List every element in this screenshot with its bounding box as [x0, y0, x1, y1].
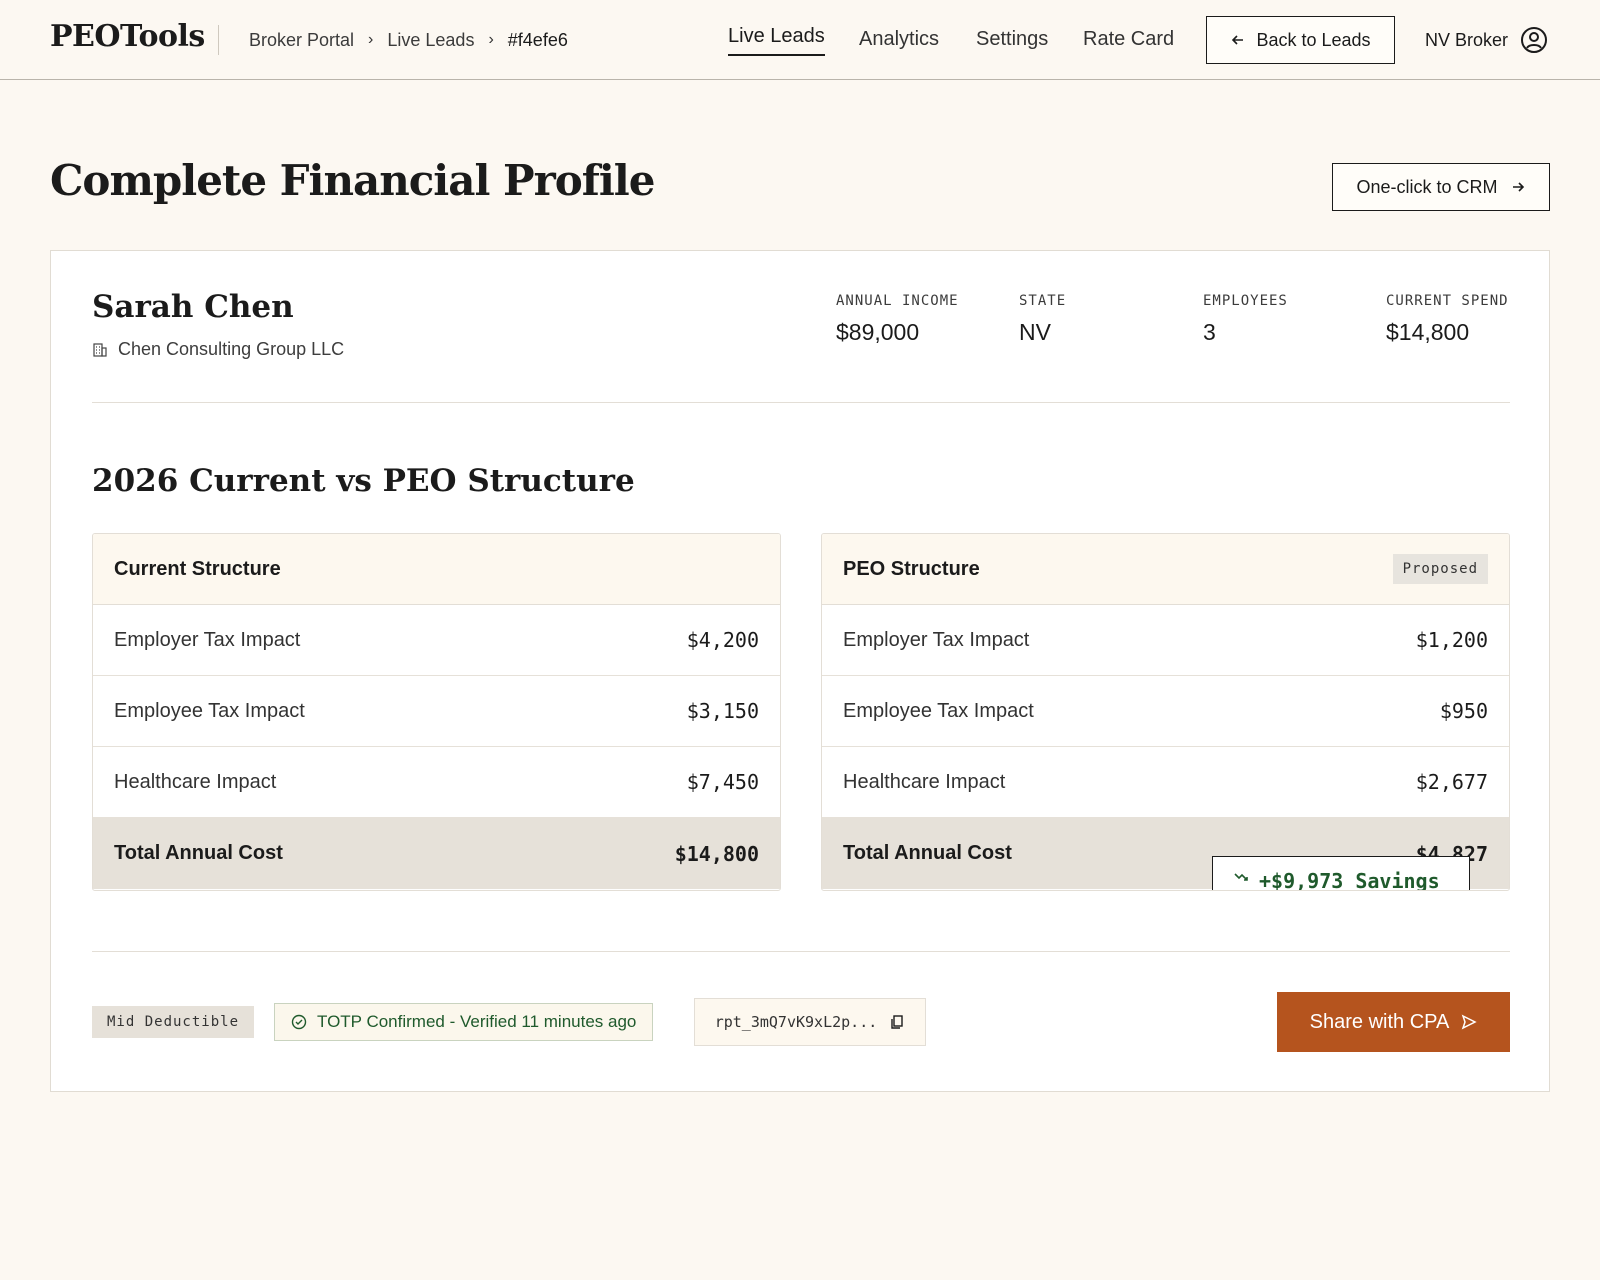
report-id: rpt_3mQ7vK9xL2p... [714, 1013, 878, 1031]
nav-live-leads[interactable]: Live Leads [728, 25, 825, 56]
building-icon [93, 342, 107, 357]
top-navigation-bar: PEOTools Broker Portal › Live Leads › #f… [0, 0, 1600, 80]
table-title: PEO Structure [843, 557, 980, 580]
back-to-leads-button[interactable]: Back to Leads [1206, 16, 1395, 64]
total-label: Total Annual Cost [843, 842, 1012, 864]
table-row: Healthcare Impact $2,677 [822, 747, 1509, 818]
breadcrumb: Broker Portal › Live Leads › #f4efe6 [249, 28, 568, 52]
savings-text: +$9,973 Savings [1259, 869, 1440, 891]
savings-badge: +$9,973 Savings [1212, 856, 1470, 891]
breadcrumb-current-lead: #f4efe6 [507, 29, 568, 50]
totp-status-chip: TOTP Confirmed - Verified 11 minutes ago [274, 1003, 654, 1041]
table-row: Employee Tax Impact $950 [822, 676, 1509, 747]
client-name: Sarah Chen [92, 289, 294, 325]
total-label: Total Annual Cost [114, 842, 283, 864]
user-menu[interactable]: NV Broker [1425, 26, 1548, 54]
stat-label: CURRENT SPEND [1386, 293, 1509, 309]
nav-analytics[interactable]: Analytics [859, 28, 939, 51]
share-button-label: Share with CPA [1309, 1010, 1450, 1033]
trending-down-icon [1234, 873, 1248, 881]
arrow-right-icon [1512, 182, 1524, 192]
row-label: Healthcare Impact [843, 770, 1006, 793]
user-name: NV Broker [1425, 29, 1509, 50]
peo-structure-table: PEO Structure Proposed Employer Tax Impa… [821, 533, 1510, 891]
totp-text: TOTP Confirmed - Verified 11 minutes ago [317, 1012, 637, 1031]
stat-value: $14,800 [1386, 319, 1470, 345]
arrow-left-icon [1232, 35, 1244, 45]
report-id-chip[interactable]: rpt_3mQ7vK9xL2p... [694, 998, 926, 1046]
current-structure-table: Current Structure Employer Tax Impact $4… [92, 533, 781, 891]
total-value: $14,800 [674, 841, 759, 866]
stat-state: STATE NV [1019, 293, 1066, 346]
divider [92, 951, 1510, 952]
send-icon [1462, 1014, 1478, 1030]
row-label: Employee Tax Impact [114, 699, 305, 722]
stat-value: $89,000 [836, 319, 920, 345]
stat-label: EMPLOYEES [1203, 293, 1288, 309]
company-line: Chen Consulting Group LLC [92, 339, 344, 360]
total-row: Total Annual Cost $4,827 +$9,973 Savings [822, 818, 1509, 891]
copy-icon[interactable] [889, 1014, 905, 1030]
comparison-title: 2026 Current vs PEO Structure [92, 463, 635, 499]
row-value: $4,200 [686, 628, 759, 652]
page-title: Complete Financial Profile [50, 156, 655, 205]
row-value: $1,200 [1415, 628, 1488, 652]
one-click-crm-button[interactable]: One-click to CRM [1332, 163, 1550, 211]
stat-annual-income: ANNUAL INCOME $89,000 [836, 293, 959, 346]
breadcrumb-live-leads[interactable]: Live Leads [387, 30, 474, 51]
deductible-chip: Mid Deductible [92, 1006, 255, 1038]
table-title: Current Structure [114, 557, 281, 580]
table-header: Current Structure [93, 534, 780, 605]
table-row: Employee Tax Impact $3,150 [93, 676, 780, 747]
user-circle-icon [1521, 27, 1548, 53]
header-divider [218, 25, 219, 55]
crm-button-label: One-click to CRM [1356, 176, 1498, 197]
chevron-right-icon: › [368, 31, 374, 48]
nav-settings[interactable]: Settings [976, 28, 1048, 51]
share-with-cpa-button[interactable]: Share with CPA [1277, 992, 1510, 1052]
total-row: Total Annual Cost $14,800 [93, 818, 780, 889]
divider [92, 402, 1510, 403]
stat-label: STATE [1019, 293, 1067, 309]
row-label: Healthcare Impact [114, 770, 277, 793]
back-to-leads-label: Back to Leads [1256, 29, 1371, 50]
check-circle-icon [291, 1014, 307, 1030]
table-row: Employer Tax Impact $4,200 [93, 605, 780, 676]
company-name: Chen Consulting Group LLC [118, 339, 345, 359]
stat-label: ANNUAL INCOME [836, 293, 959, 309]
row-label: Employer Tax Impact [114, 628, 301, 651]
row-value: $7,450 [686, 770, 759, 794]
row-label: Employer Tax Impact [843, 628, 1030, 651]
nav-rate-card[interactable]: Rate Card [1083, 28, 1174, 51]
chevron-right-icon: › [488, 31, 494, 48]
row-value: $3,150 [686, 699, 759, 723]
breadcrumb-broker-portal[interactable]: Broker Portal [249, 30, 354, 51]
row-label: Employee Tax Impact [843, 699, 1034, 722]
stat-value: 3 [1203, 319, 1216, 345]
stat-value: NV [1019, 319, 1051, 345]
proposed-badge: Proposed [1392, 554, 1488, 584]
financial-profile-card: Sarah Chen Chen Consulting Group LLC ANN… [50, 250, 1550, 1092]
app-logo[interactable]: PEOTools [50, 19, 205, 54]
row-value: $2,677 [1415, 770, 1488, 794]
stat-employees: EMPLOYEES 3 [1203, 293, 1288, 346]
stat-current-spend: CURRENT SPEND $14,800 [1386, 293, 1509, 346]
table-row: Employer Tax Impact $1,200 [822, 605, 1509, 676]
row-value: $950 [1439, 699, 1488, 723]
table-row: Healthcare Impact $7,450 [93, 747, 780, 818]
table-header: PEO Structure Proposed [822, 534, 1509, 605]
